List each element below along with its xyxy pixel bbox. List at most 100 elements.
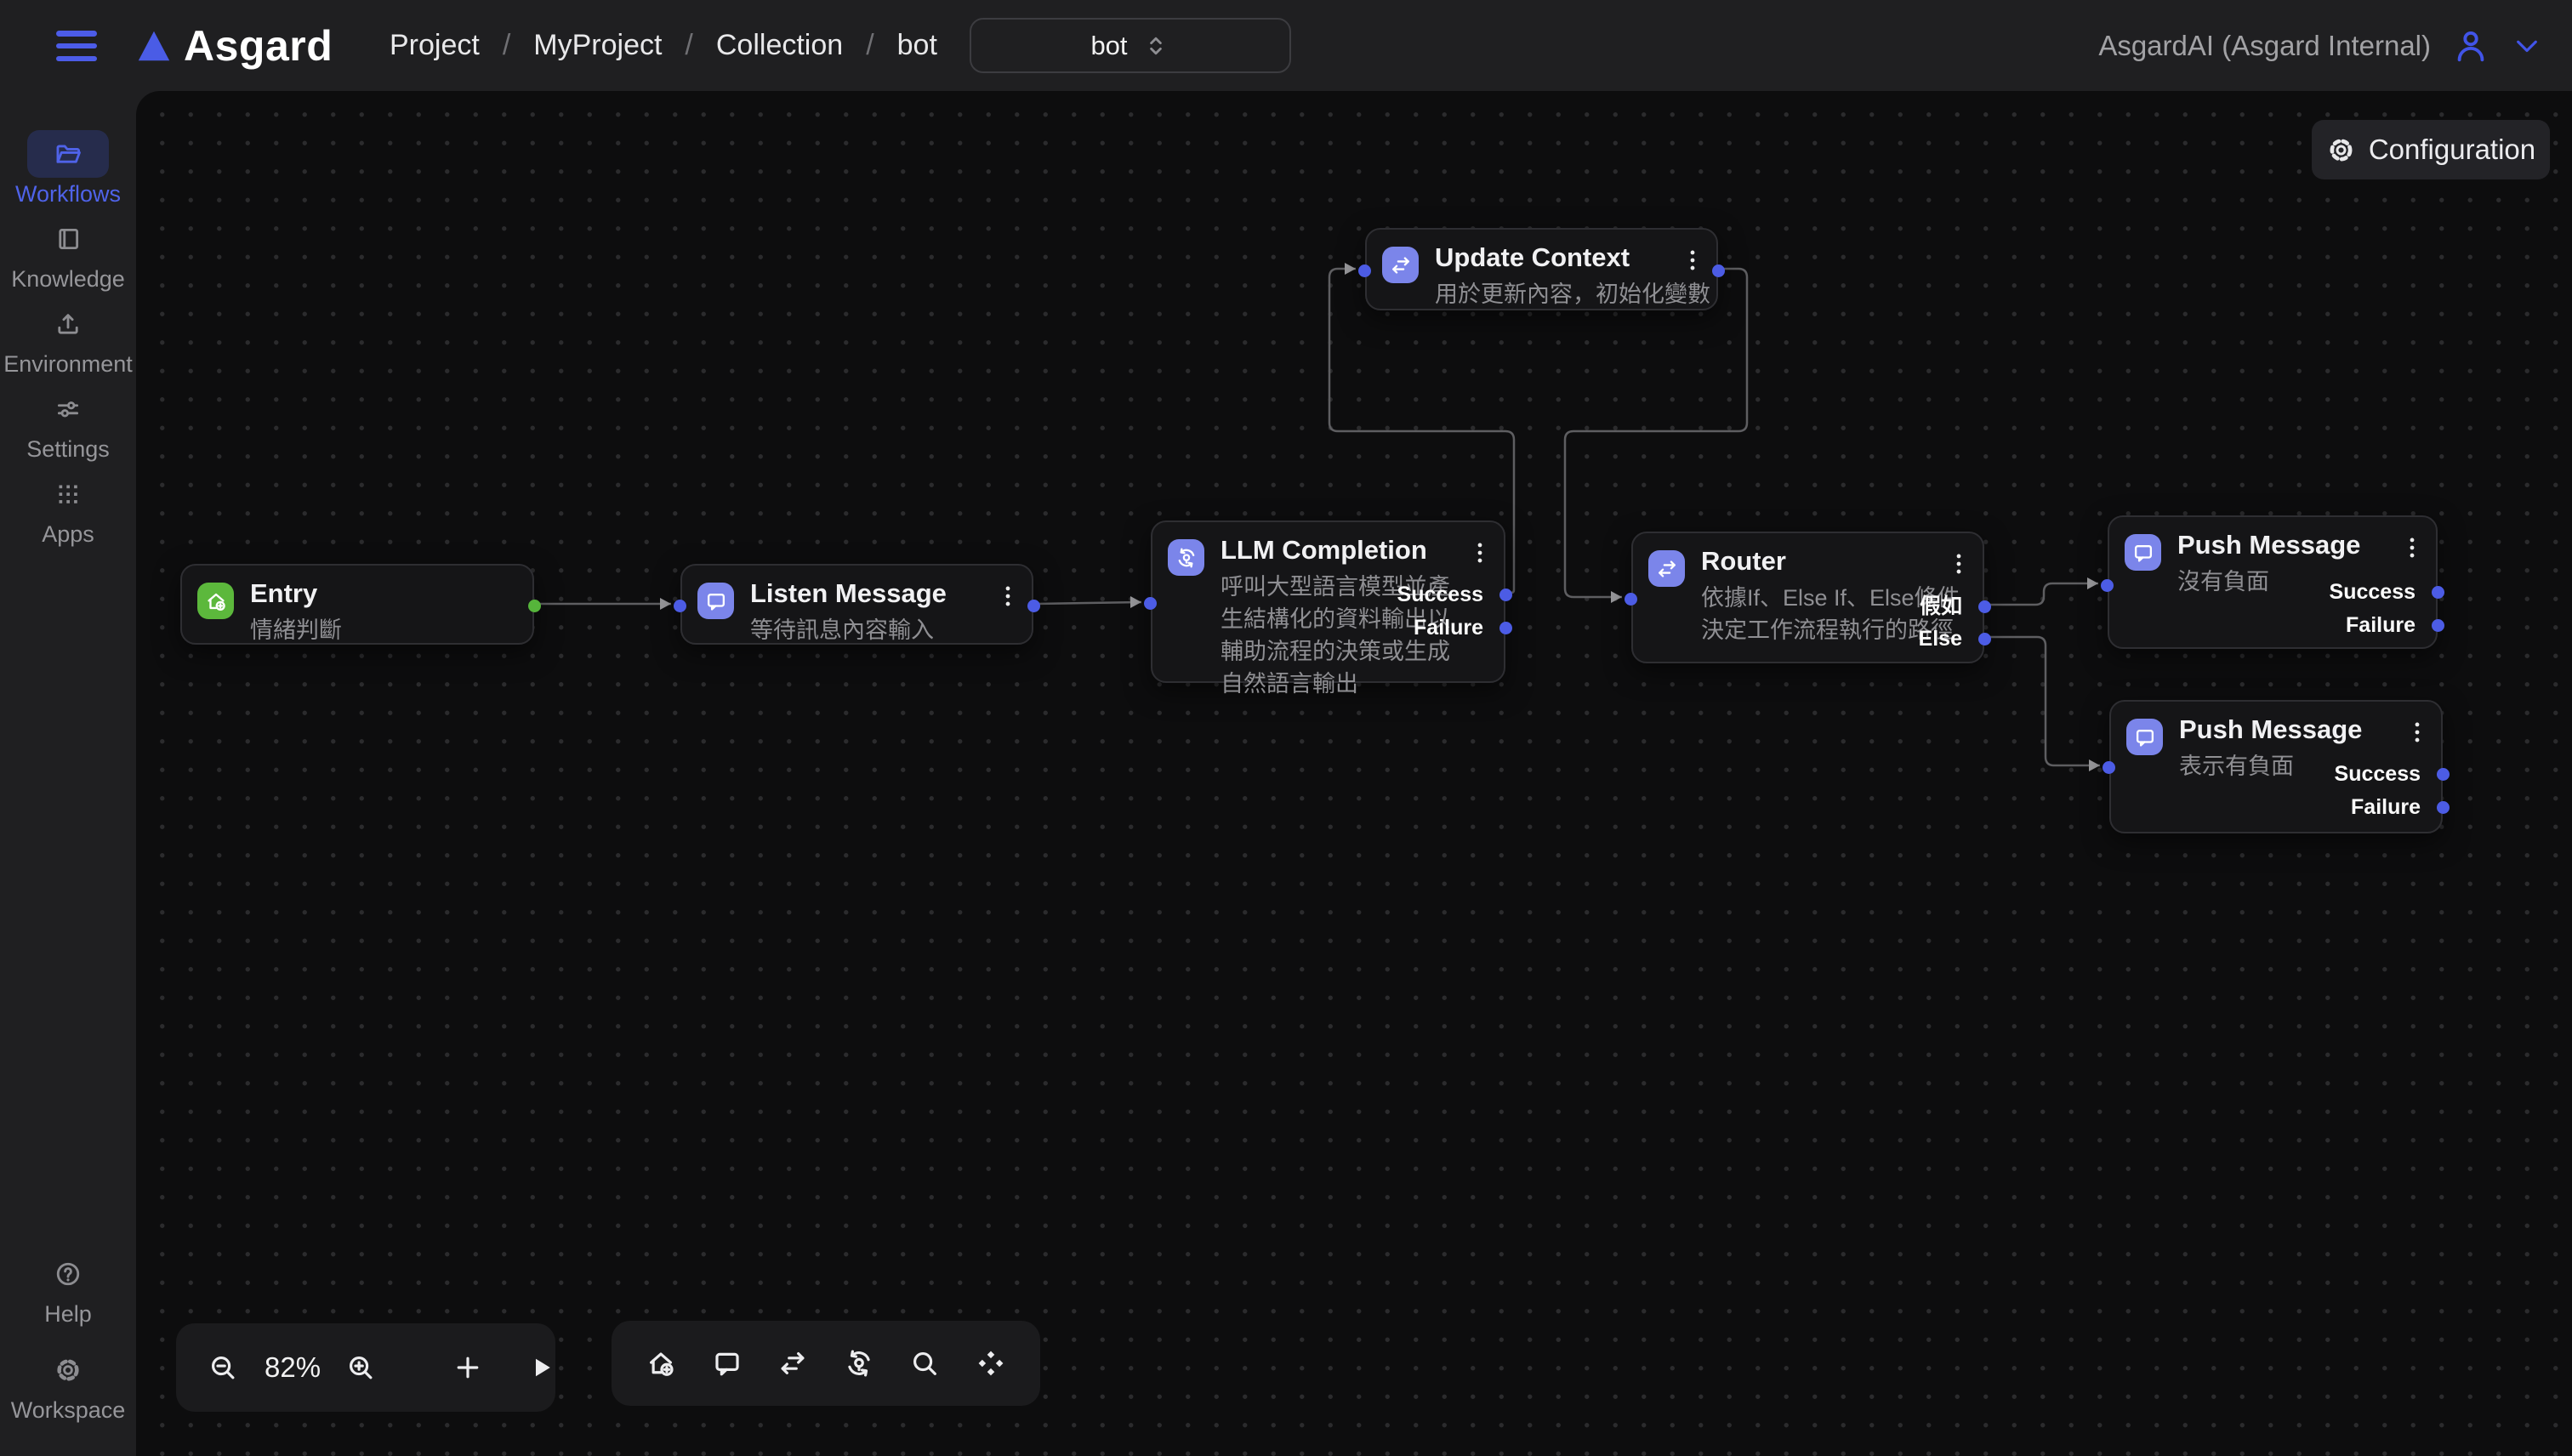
output-port[interactable] (1499, 589, 1512, 601)
node-subtitle: 表示有負面 (2179, 750, 2294, 782)
node-update-context[interactable]: Update Context用於更新內容，初始化變數 (1365, 228, 1718, 310)
node-entry[interactable]: Entry情緒判斷 (180, 564, 534, 645)
upload-icon (54, 310, 83, 338)
zoom-out-icon (207, 1351, 239, 1384)
output-port-label: Success (1397, 582, 1483, 607)
breadcrumb-item-myproject[interactable]: MyProject (533, 29, 662, 62)
breadcrumb-item-collection[interactable]: Collection (716, 29, 843, 62)
output-port[interactable] (528, 600, 541, 612)
app-logo[interactable]: Asgard (134, 0, 333, 91)
sidebar-item-help[interactable]: Help (0, 1250, 136, 1328)
home-plus-icon (197, 583, 234, 619)
node-menu-button[interactable] (2404, 717, 2431, 748)
node-title: Router (1701, 546, 1786, 577)
node-menu-button[interactable] (1945, 549, 1972, 579)
sidebar-item-label: Apps (42, 521, 94, 548)
swap-arrows-icon (1382, 247, 1419, 283)
llm-icon (1168, 539, 1204, 576)
output-port-label: Success (2330, 579, 2416, 605)
add-button[interactable] (452, 1351, 484, 1384)
node-push-message-positive[interactable]: Push Message沒有負面SuccessFailure (2108, 515, 2438, 649)
llm-tool-button[interactable] (843, 1347, 875, 1379)
header: Asgard Project/MyProject/Collection/bot … (0, 0, 2572, 91)
zoom-in-button[interactable] (344, 1351, 377, 1384)
node-subtitle: 情緒判斷 (250, 614, 342, 646)
chat-bubble-tool-button[interactable] (711, 1347, 743, 1379)
breadcrumb-item-project[interactable]: Project (390, 29, 480, 62)
output-port[interactable] (2437, 801, 2450, 814)
workflow-select-value: bot (1090, 31, 1127, 61)
move-tool-button[interactable] (975, 1347, 1007, 1379)
hamburger-icon[interactable] (56, 31, 97, 61)
gear-icon (2326, 135, 2356, 165)
output-port[interactable] (1712, 264, 1725, 277)
chat-bubble-icon (2125, 534, 2161, 571)
selector-icon (1141, 31, 1170, 60)
sidebar-item-workspace[interactable]: Workspace (0, 1346, 136, 1424)
sidebar-item-knowledge[interactable]: Knowledge (0, 215, 136, 293)
input-port[interactable] (1625, 593, 1637, 606)
person-icon (2451, 26, 2490, 65)
zoom-in-icon (344, 1351, 377, 1384)
breadcrumb-separator: / (866, 29, 873, 62)
llm-icon (1175, 546, 1198, 570)
account-label: AsgardAI (Asgard Internal) (2098, 30, 2431, 62)
breadcrumb-item-bot[interactable]: bot (897, 29, 937, 62)
input-port[interactable] (674, 600, 686, 612)
chat-bubble-icon (697, 583, 734, 619)
sidebar-item-environment[interactable]: Environment (0, 300, 136, 378)
play-icon (525, 1351, 557, 1384)
play-icon (525, 1351, 557, 1384)
output-port[interactable] (1978, 633, 1991, 646)
run-workflow-button[interactable] (525, 1351, 557, 1384)
swap-arrows-icon (1648, 550, 1685, 587)
kebab-icon (1466, 537, 1494, 568)
account-menu[interactable]: AsgardAI (Asgard Internal) (2098, 0, 2543, 91)
home-plus-tool-button[interactable] (645, 1347, 677, 1379)
kebab-icon (994, 581, 1021, 611)
breadcrumb: Project/MyProject/Collection/bot (390, 0, 937, 91)
input-port[interactable] (2103, 761, 2115, 774)
output-port[interactable] (1499, 622, 1512, 634)
swap-arrows-icon (1655, 557, 1679, 581)
node-menu-button[interactable] (2398, 532, 2426, 563)
node-push-message-negative[interactable]: Push Message表示有負面SuccessFailure (2109, 700, 2443, 833)
node-menu-button[interactable] (1679, 245, 1706, 276)
node-title: Push Message (2177, 530, 2360, 560)
zoom-out-button[interactable] (207, 1351, 239, 1384)
chevron-down-icon (2511, 30, 2543, 62)
kebab-icon (2404, 717, 2431, 748)
swap-arrows-tool-button[interactable] (777, 1347, 809, 1379)
input-port[interactable] (1144, 597, 1157, 610)
chat-bubble-icon (2133, 725, 2157, 749)
node-llm-completion[interactable]: LLM Completion呼叫大型語言模型並產 生結構化的資料輸出以 輔助流程… (1151, 520, 1505, 683)
gear-icon (2326, 135, 2356, 165)
input-port[interactable] (1358, 264, 1371, 277)
home-plus-icon (204, 589, 228, 613)
configuration-button[interactable]: Configuration (2312, 120, 2550, 179)
zoom-in-icon (344, 1351, 377, 1384)
output-port[interactable] (2432, 619, 2444, 632)
output-port[interactable] (1027, 600, 1040, 612)
chat-bubble-icon (704, 589, 728, 613)
gear-icon (54, 1356, 83, 1385)
chat-bubble-icon (2131, 541, 2155, 565)
input-port[interactable] (2101, 579, 2114, 592)
workflow-select[interactable]: bot (970, 18, 1291, 73)
node-subtitle: 沒有負面 (2177, 566, 2269, 598)
output-port-label: Failure (1414, 615, 1483, 640)
output-port[interactable] (1978, 600, 1991, 613)
sidebar-item-apps[interactable]: Apps (0, 470, 136, 548)
node-menu-button[interactable] (994, 581, 1021, 611)
sidebar-item-workflows[interactable]: Workflows (0, 130, 136, 208)
node-menu-button[interactable] (1466, 537, 1494, 568)
logo-text: Asgard (184, 21, 333, 71)
llm-icon (843, 1347, 875, 1379)
output-port[interactable] (2432, 586, 2444, 599)
sidebar-item-settings[interactable]: Settings (0, 385, 136, 463)
swap-arrows-icon (777, 1347, 809, 1379)
node-listen-message[interactable]: Listen Message等待訊息內容輸入 (680, 564, 1033, 645)
search-tool-button[interactable] (908, 1347, 941, 1379)
node-router[interactable]: Router依據If、Else If、Else條件 決定工作流程執行的路徑假如E… (1631, 532, 1984, 663)
output-port[interactable] (2437, 768, 2450, 781)
